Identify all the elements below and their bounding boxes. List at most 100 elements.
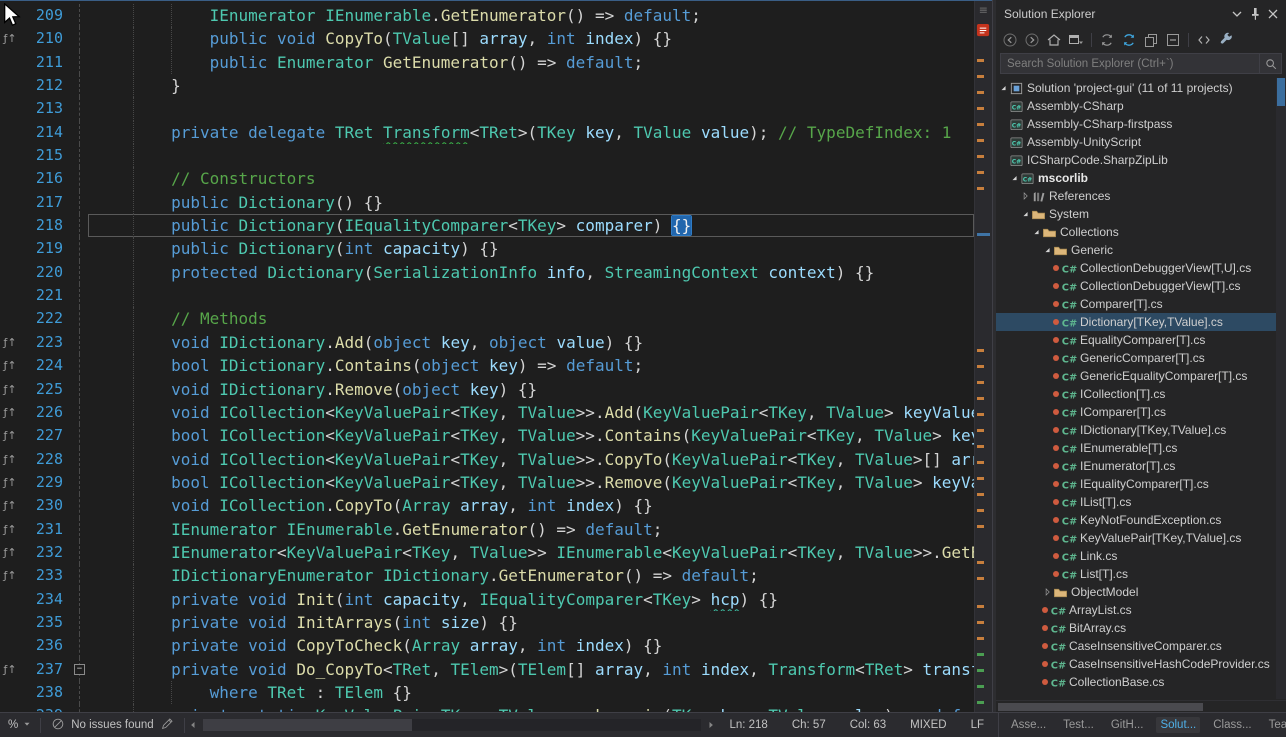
- document-health-indicator[interactable]: No issues found: [41, 717, 183, 734]
- code-line[interactable]: ƒ↑223 void IDictionary.Add(object key, o…: [0, 331, 974, 354]
- code-text[interactable]: [88, 144, 974, 167]
- tool-window-tab[interactable]: Solut...: [1156, 717, 1200, 733]
- implements-glyph-icon[interactable]: ƒ↑: [0, 518, 20, 541]
- scroll-left-arrow[interactable]: [185, 717, 201, 733]
- position-item[interactable]: Col: 63: [850, 719, 886, 731]
- tree-item[interactable]: C#EqualityComparer[T].cs: [996, 331, 1286, 349]
- zoom-control[interactable]: %: [0, 719, 40, 732]
- hscroll-thumb[interactable]: [998, 703, 1203, 711]
- tree-item[interactable]: System: [996, 205, 1286, 223]
- code-line[interactable]: ƒ↑224 bool IDictionary.Contains(object k…: [0, 354, 974, 377]
- code-text[interactable]: IEnumerator<KeyValuePair<TKey, TValue>> …: [88, 541, 974, 564]
- splitter-grip-icon[interactable]: [977, 4, 991, 22]
- copy-pages-icon[interactable]: [1141, 30, 1161, 50]
- refresh-icon[interactable]: [1119, 30, 1139, 50]
- vscroll-thumb[interactable]: [1277, 78, 1285, 106]
- chevron-expanded-icon[interactable]: [998, 81, 1009, 95]
- chevron-expanded-icon[interactable]: [1031, 225, 1042, 239]
- code-line[interactable]: 221: [0, 284, 974, 307]
- tree-item[interactable]: C#IList[T].cs: [996, 493, 1286, 511]
- code-line[interactable]: 214 private delegate TRet Transform<TRet…: [0, 121, 974, 144]
- tree-item[interactable]: C#ArrayList.cs: [996, 601, 1286, 619]
- tree-vertical-scrollbar[interactable]: [1276, 78, 1286, 699]
- code-line[interactable]: 236 private void CopyToCheck(Array array…: [0, 634, 974, 657]
- tree-item[interactable]: C#GenericComparer[T].cs: [996, 349, 1286, 367]
- hscrollbar-thumb[interactable]: [203, 719, 412, 731]
- tool-window-tab[interactable]: Asse...: [1007, 717, 1050, 733]
- view-switch-icon[interactable]: [1066, 30, 1086, 50]
- code-text[interactable]: public Dictionary() {}: [88, 191, 974, 214]
- tree-item[interactable]: C#ICSharpCode.SharpZipLib: [996, 151, 1286, 169]
- tree-item[interactable]: C#ICollection[T].cs: [996, 385, 1286, 403]
- code-line[interactable]: 209 IEnumerator IEnumerable.GetEnumerato…: [0, 4, 974, 27]
- sync-icon[interactable]: [1097, 30, 1117, 50]
- code-text[interactable]: IEnumerator IEnumerable.GetEnumerator() …: [88, 4, 974, 27]
- tree-item[interactable]: C#IDictionary[TKey,TValue].cs: [996, 421, 1286, 439]
- code-text[interactable]: private void CopyToCheck(Array array, in…: [88, 634, 974, 657]
- implements-glyph-icon[interactable]: ƒ↑: [0, 331, 20, 354]
- code-line[interactable]: 217 public Dictionary() {}: [0, 191, 974, 214]
- position-item[interactable]: LF: [971, 719, 984, 731]
- tree-item[interactable]: C#BitArray.cs: [996, 619, 1286, 637]
- tree-item[interactable]: C#KeyValuePair[TKey,TValue].cs: [996, 529, 1286, 547]
- tree-item[interactable]: C#Dictionary[TKey,TValue].cs: [996, 313, 1286, 331]
- chevron-expanded-icon[interactable]: [1042, 243, 1053, 257]
- tree-item[interactable]: C#CollectionDebuggerView[T].cs: [996, 277, 1286, 295]
- chevron-expanded-icon[interactable]: [1009, 171, 1020, 185]
- scroll-right-arrow[interactable]: [703, 717, 719, 733]
- code-editor[interactable]: 209 IEnumerator IEnumerable.GetEnumerato…: [0, 0, 992, 712]
- tree-item[interactable]: C#Comparer[T].cs: [996, 295, 1286, 313]
- implements-glyph-icon[interactable]: ƒ↑: [0, 541, 20, 564]
- code-line[interactable]: 215: [0, 144, 974, 167]
- implements-glyph-icon[interactable]: ƒ↑: [0, 354, 20, 377]
- code-line[interactable]: 211 public Enumerator GetEnumerator() =>…: [0, 51, 974, 74]
- tree-item[interactable]: C#IComparer[T].cs: [996, 403, 1286, 421]
- code-text[interactable]: public void CopyTo(TValue[] array, int i…: [88, 27, 974, 50]
- tree-item[interactable]: Generic: [996, 241, 1286, 259]
- implements-glyph-icon[interactable]: ƒ↑: [0, 401, 20, 424]
- code-text[interactable]: void IDictionary.Add(object key, object …: [88, 331, 974, 354]
- tree-item[interactable]: C#IEqualityComparer[T].cs: [996, 475, 1286, 493]
- code-line[interactable]: ƒ↑225 void IDictionary.Remove(object key…: [0, 378, 974, 401]
- code-text[interactable]: void IDictionary.Remove(object key) {}: [88, 378, 974, 401]
- chevron-collapsed-icon[interactable]: [1042, 585, 1053, 599]
- tool-window-tab[interactable]: GitH...: [1107, 717, 1148, 733]
- implements-glyph-icon[interactable]: ƒ↑: [0, 424, 20, 447]
- code-line[interactable]: ƒ↑237− private void Do_CopyTo<TRet, TEle…: [0, 658, 974, 681]
- tree-item[interactable]: C#Link.cs: [996, 547, 1286, 565]
- tree-item[interactable]: C#CollectionDebuggerView[T,U].cs: [996, 259, 1286, 277]
- code-line[interactable]: ƒ↑229 bool ICollection<KeyValuePair<TKey…: [0, 471, 974, 494]
- tree-item[interactable]: C#Assembly-UnityScript: [996, 133, 1286, 151]
- tree-item[interactable]: ObjectModel: [996, 583, 1286, 601]
- code-text[interactable]: private void Do_CopyTo<TRet, TElem>(TEle…: [88, 658, 974, 681]
- code-text[interactable]: [88, 97, 974, 120]
- code-line[interactable]: 239 private static KeyValuePair<TKey, TV…: [0, 704, 974, 712]
- code-line[interactable]: 216 // Constructors: [0, 167, 974, 190]
- code-line[interactable]: ƒ↑231 IEnumerator IEnumerable.GetEnumera…: [0, 518, 974, 541]
- tree-item[interactable]: C#CaseInsensitiveHashCodeProvider.cs: [996, 655, 1286, 673]
- code-text[interactable]: bool IDictionary.Contains(object key) =>…: [88, 354, 974, 377]
- code-line[interactable]: 219 public Dictionary(int capacity) {}: [0, 237, 974, 260]
- code-text[interactable]: private delegate TRet Transform<TRet>(TK…: [88, 121, 974, 144]
- implements-glyph-icon[interactable]: ƒ↑: [0, 471, 20, 494]
- collapse-all-icon[interactable]: [1163, 30, 1183, 50]
- position-item[interactable]: Ln: 218: [729, 719, 767, 731]
- code-text[interactable]: protected Dictionary(SerializationInfo i…: [88, 261, 974, 284]
- editor-annotation-scrollbar[interactable]: [974, 1, 992, 712]
- code-text[interactable]: bool ICollection<KeyValuePair<TKey, TVal…: [88, 424, 974, 447]
- code-line[interactable]: ƒ↑230 void ICollection.CopyTo(Array arra…: [0, 494, 974, 517]
- code-line[interactable]: ƒ↑210 public void CopyTo(TValue[] array,…: [0, 27, 974, 50]
- implements-glyph-icon[interactable]: ƒ↑: [0, 27, 20, 50]
- code-line[interactable]: 222 // Methods: [0, 307, 974, 330]
- code-text[interactable]: public Dictionary(IEqualityComparer<TKey…: [88, 214, 974, 237]
- position-item[interactable]: MIXED: [910, 719, 946, 731]
- chevron-expanded-icon[interactable]: [1020, 207, 1031, 221]
- implements-glyph-icon[interactable]: ƒ↑: [0, 658, 20, 681]
- tool-window-tab[interactable]: Tea...: [1265, 717, 1286, 733]
- code-text[interactable]: void ICollection.CopyTo(Array array, int…: [88, 494, 974, 517]
- tree-item[interactable]: Collections: [996, 223, 1286, 241]
- code-text[interactable]: private void InitArrays(int size) {}: [88, 611, 974, 634]
- document-health-error-icon[interactable]: [976, 23, 991, 43]
- code-line[interactable]: 218 public Dictionary(IEqualityComparer<…: [0, 214, 974, 237]
- code-line[interactable]: 235 private void InitArrays(int size) {}: [0, 611, 974, 634]
